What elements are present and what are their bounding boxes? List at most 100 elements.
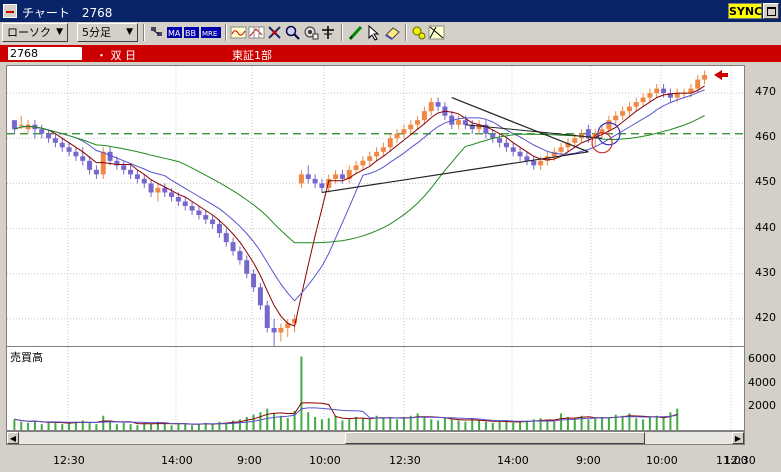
- volume-bar: [594, 418, 597, 430]
- eraser-icon[interactable]: [384, 24, 401, 41]
- candle-body: [223, 233, 229, 243]
- x-tick-label: 14:00: [161, 454, 193, 467]
- volume-bar: [259, 412, 262, 430]
- volume-bar: [621, 415, 624, 430]
- interval-label: 5分足: [82, 26, 111, 39]
- window-title: チャート 2768: [22, 6, 113, 20]
- volume-bar: [150, 424, 153, 430]
- volume-bar: [361, 418, 364, 430]
- candle-body: [134, 174, 140, 179]
- crosshair-icon[interactable]: [320, 24, 337, 41]
- volume-bar: [450, 419, 453, 430]
- scroll-right-button[interactable]: ▶: [732, 432, 744, 444]
- interval-dropdown[interactable]: 5分足 ▼: [77, 23, 138, 42]
- volume-bar: [102, 415, 105, 430]
- chart-type-dropdown[interactable]: ローソク ▼: [2, 23, 68, 42]
- compare-icon[interactable]: [266, 24, 283, 41]
- volume-bar: [252, 414, 255, 430]
- fib-icon[interactable]: [428, 24, 445, 41]
- candle-body: [278, 327, 284, 333]
- sync-button[interactable]: SYNC: [728, 3, 762, 19]
- volume-bar: [402, 418, 405, 430]
- volume-bar: [68, 422, 71, 430]
- volume-bar: [300, 356, 303, 430]
- settings-icon[interactable]: [410, 24, 427, 41]
- y-tick-label: 470: [755, 85, 776, 99]
- scroll-left-button[interactable]: ◀: [7, 432, 19, 444]
- toolbar-separator: [143, 24, 145, 41]
- ma-fast-line: [14, 85, 705, 327]
- candle-body: [155, 187, 161, 193]
- volume-bar: [546, 420, 549, 430]
- ma-mid-line: [14, 89, 705, 302]
- volume-bar: [170, 425, 173, 430]
- volume-bar: [109, 421, 112, 430]
- ma-button[interactable]: MA: [167, 24, 182, 41]
- pointer-icon[interactable]: [365, 24, 382, 41]
- volume-pane[interactable]: 売買高: [6, 347, 745, 431]
- candle-body: [298, 174, 304, 184]
- volume-bar: [491, 422, 494, 430]
- wave-icon[interactable]: [230, 24, 247, 41]
- candle-body: [394, 133, 400, 139]
- toggle-icon[interactable]: [149, 24, 166, 41]
- volume-bar: [655, 415, 658, 430]
- y-tick-label: 420: [755, 310, 776, 324]
- candle-body: [456, 120, 462, 125]
- candle-body: [203, 215, 209, 220]
- mre-button[interactable]: MRE: [201, 24, 221, 41]
- horizontal-scrollbar[interactable]: ◀ ▶: [6, 431, 745, 445]
- x-tick-label: 12:30: [724, 454, 756, 467]
- volume-chart-svg[interactable]: [7, 347, 744, 430]
- candle-body: [626, 106, 632, 112]
- bb-button[interactable]: BB: [184, 24, 199, 41]
- volume-bar: [396, 419, 399, 430]
- candle-body: [93, 169, 99, 175]
- app-icon: [3, 4, 17, 18]
- security-code-field[interactable]: 2768: [8, 47, 82, 60]
- candle-body: [162, 187, 168, 193]
- volume-bar: [27, 422, 30, 430]
- volume-ma-fast-line: [14, 402, 678, 425]
- volume-bar: [279, 415, 282, 430]
- candle-body: [647, 93, 653, 98]
- volume-bar: [635, 418, 638, 430]
- candle-body: [421, 111, 427, 121]
- x-tick-label: 14:00: [497, 454, 529, 467]
- volume-bar: [88, 422, 91, 430]
- candle-body: [695, 79, 701, 89]
- candle-body: [257, 287, 263, 306]
- volume-bar: [40, 424, 43, 430]
- price-chart-pane[interactable]: [6, 65, 745, 347]
- time-x-axis: 12:30 14:00 9:00 10:00 12:30 14:00 9:00 10:00 11…: [0, 448, 781, 472]
- window-titlebar: チャート 2768 SYNC: [0, 0, 781, 22]
- volume-bar: [20, 421, 23, 430]
- price-chart-svg[interactable]: [7, 66, 744, 346]
- volume-bar: [13, 419, 16, 430]
- pen-icon[interactable]: [347, 24, 364, 41]
- candle-body: [169, 192, 175, 197]
- gear-icon[interactable]: [302, 24, 319, 41]
- volume-bar: [512, 422, 515, 430]
- candle-body: [230, 242, 236, 252]
- candle-body: [210, 219, 216, 225]
- volume-label: 売買高: [10, 351, 43, 364]
- volume-bar: [129, 424, 132, 430]
- volume-bar: [430, 419, 433, 430]
- grid-icon[interactable]: [248, 24, 265, 41]
- volume-bar: [498, 421, 501, 430]
- maximize-button[interactable]: [763, 3, 779, 19]
- candle-body: [360, 160, 366, 166]
- candle-body: [25, 124, 31, 130]
- volume-bar: [95, 424, 98, 430]
- mre-label: MRE: [202, 30, 217, 38]
- candle-body: [367, 156, 373, 161]
- volume-bar: [136, 425, 139, 430]
- x-tick-label: 10:00: [309, 454, 341, 467]
- scroll-thumb[interactable]: [345, 432, 645, 444]
- volume-bar: [642, 419, 645, 430]
- zoom-icon[interactable]: [284, 24, 301, 41]
- y-tick-label: 440: [755, 220, 776, 234]
- candle-body: [558, 147, 564, 152]
- volume-bar: [286, 418, 289, 430]
